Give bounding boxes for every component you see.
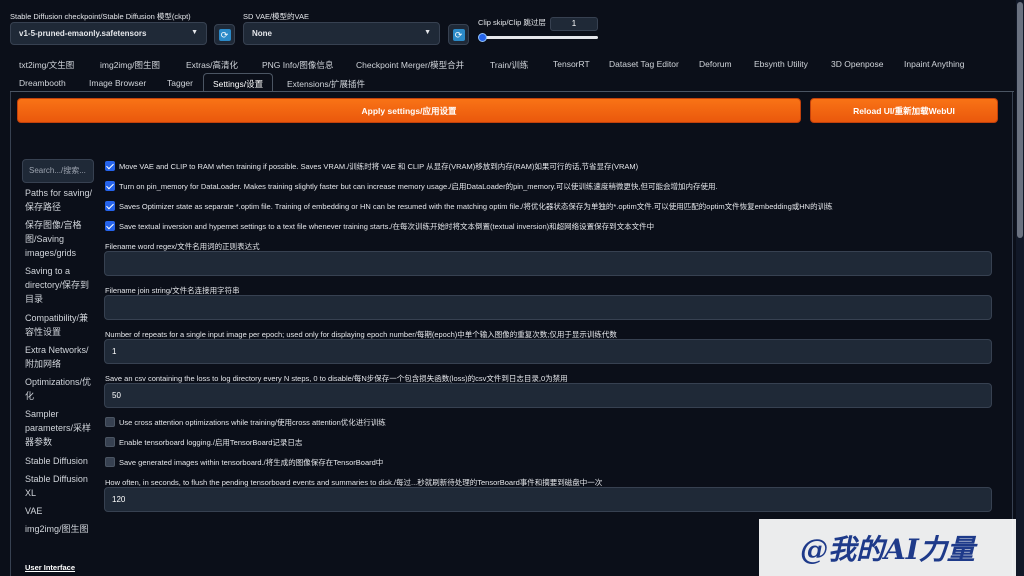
- sidebar-item-vae[interactable]: VAE: [25, 504, 95, 518]
- tab-settings[interactable]: Settings/设置: [203, 73, 274, 92]
- sidebar-item-img2img[interactable]: img2img/图生图: [25, 522, 95, 536]
- vae-value: None: [252, 29, 272, 38]
- refresh-icon: ⟳: [452, 28, 465, 41]
- tab-image-browser[interactable]: Image Browser: [89, 78, 146, 88]
- sidebar-item-paths[interactable]: Paths for saving/保存路径: [25, 186, 95, 214]
- refresh-icon: ⟳: [218, 28, 231, 41]
- reload-ui-button[interactable]: Reload UI/重新加载WebUI: [810, 98, 998, 123]
- tab-checkpoint-merger[interactable]: Checkpoint Merger/模型合并: [356, 59, 464, 71]
- checkbox-move-vae-clip-ram[interactable]: [105, 161, 115, 171]
- sidebar-item-extra-networks[interactable]: Extra Networks/附加网络: [25, 343, 95, 371]
- checkbox-label: Saves Optimizer state as separate *.opti…: [119, 202, 833, 211]
- sidebar-item-user-interface[interactable]: User Interface: [25, 561, 95, 575]
- clip-skip-input[interactable]: 1: [550, 17, 598, 31]
- sidebar-item-sampler-parameters[interactable]: Sampler parameters/采样器参数: [25, 407, 95, 449]
- flush-input[interactable]: 120: [104, 487, 992, 512]
- tab-3d-openpose[interactable]: 3D Openpose: [831, 59, 883, 69]
- vae-select[interactable]: None ▼: [243, 22, 440, 45]
- tab-deforum[interactable]: Deforum: [699, 59, 732, 69]
- sidebar-item-compatibility[interactable]: Compatibility/兼容性设置: [25, 311, 95, 339]
- tab-txt2img[interactable]: txt2img/文生图: [19, 59, 74, 71]
- tab-img2img[interactable]: img2img/图生图: [100, 59, 160, 71]
- csv-loss-input[interactable]: 50: [104, 383, 992, 408]
- checkbox-label: Enable tensorboard logging./启用TensorBoar…: [119, 438, 303, 447]
- sidebar-item-stable-diffusion-xl[interactable]: Stable Diffusion XL: [25, 472, 95, 500]
- sidebar-item-stable-diffusion[interactable]: Stable Diffusion: [25, 454, 95, 468]
- vae-label: SD VAE/模型的VAE: [243, 12, 309, 21]
- checkbox-pin-memory[interactable]: [105, 181, 115, 191]
- tab-extras[interactable]: Extras/高清化: [186, 59, 238, 71]
- checkbox-cross-attention[interactable]: [105, 417, 115, 427]
- tab-tensorrt[interactable]: TensorRT: [553, 59, 590, 69]
- tab-ebsynth-utility[interactable]: Ebsynth Utility: [754, 59, 808, 69]
- watermark: @我的AI力量: [759, 519, 1016, 576]
- checkbox-label: Use cross attention optimizations while …: [119, 418, 386, 427]
- checkbox-tensorboard-logging[interactable]: [105, 437, 115, 447]
- clip-skip-slider-thumb[interactable]: [478, 33, 487, 42]
- chevron-down-icon: ▼: [424, 29, 431, 36]
- checkbox-save-optimizer[interactable]: [105, 201, 115, 211]
- apply-settings-button[interactable]: Apply settings/应用设置: [17, 98, 801, 123]
- checkbox-save-training-settings[interactable]: [105, 221, 115, 231]
- checkbox-label: Turn on pin_memory for DataLoader. Makes…: [119, 182, 718, 191]
- chevron-down-icon: ▼: [191, 29, 198, 36]
- checkpoint-value: v1-5-pruned-emaonly.safetensors: [19, 29, 147, 38]
- sidebar-item-saving-directory[interactable]: Saving to a directory/保存到目录: [25, 264, 95, 306]
- checkpoint-select[interactable]: v1-5-pruned-emaonly.safetensors ▼: [10, 22, 207, 45]
- tab-dataset-tag-editor[interactable]: Dataset Tag Editor: [609, 59, 679, 69]
- tab-extensions[interactable]: Extensions/扩展插件: [287, 78, 365, 90]
- filename-join-input[interactable]: [104, 295, 992, 320]
- tab-tagger[interactable]: Tagger: [167, 78, 193, 88]
- checkpoint-refresh-button[interactable]: ⟳: [214, 24, 235, 45]
- sidebar-item-saving-images[interactable]: 保存图像/宫格图/Saving images/grids: [25, 218, 95, 260]
- page-scrollbar-thumb[interactable]: [1017, 2, 1023, 238]
- tab-train[interactable]: Train/训练: [490, 59, 528, 71]
- checkpoint-label: Stable Diffusion checkpoint/Stable Diffu…: [10, 12, 191, 21]
- tab-dreambooth[interactable]: Dreambooth: [19, 78, 66, 88]
- clip-skip-label: Clip skip/Clip 跳过层: [478, 18, 546, 27]
- sidebar-item-optimizations[interactable]: Optimizations/优化: [25, 375, 95, 403]
- checkbox-label: Move VAE and CLIP to RAM when training i…: [119, 162, 639, 171]
- settings-search-input[interactable]: Search.../搜索...: [22, 159, 94, 183]
- repeats-input[interactable]: 1: [104, 339, 992, 364]
- tab-inpaint-anything[interactable]: Inpaint Anything: [904, 59, 965, 69]
- checkbox-label: Save textual inversion and hypernet sett…: [119, 222, 655, 231]
- vae-refresh-button[interactable]: ⟳: [448, 24, 469, 45]
- tab-png-info[interactable]: PNG Info/图像信息: [262, 59, 333, 71]
- filename-regex-input[interactable]: [104, 251, 992, 276]
- checkbox-tensorboard-images[interactable]: [105, 457, 115, 467]
- checkbox-label: Save generated images within tensorboard…: [119, 458, 384, 467]
- clip-skip-slider[interactable]: [481, 36, 598, 39]
